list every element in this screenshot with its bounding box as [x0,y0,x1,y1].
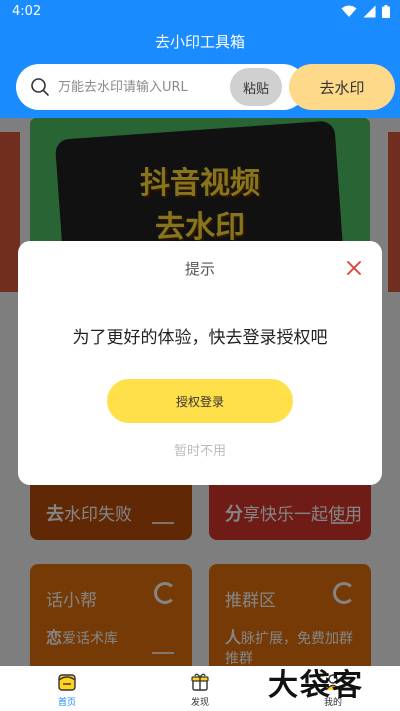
search-box: 粘贴 [16,64,306,110]
dialog-title: 提示 [184,260,215,278]
app-title: 去小印工具箱 [154,33,245,51]
search-icon [31,78,49,96]
status-icons [341,5,390,18]
dialog-message: 为了更好的体验，快去登录授权吧 [72,328,328,348]
gift-icon [191,673,209,691]
authorize-login-button[interactable]: 授权登录 [107,379,293,423]
status-bar: 4:02 [0,0,400,24]
signal-icon [363,5,376,18]
search-input[interactable] [58,76,238,98]
paste-button[interactable]: 粘贴 [230,68,282,106]
app-header: 4:02 去小印工具箱 粘贴 去水印 [0,0,400,118]
nav-item-home[interactable]: 首页 [27,666,107,711]
nav-item-discover[interactable]: 发现 [160,666,240,711]
nav-label-home: 首页 [57,698,76,708]
battery-icon [382,5,390,18]
close-icon [347,261,361,275]
site-watermark: 大袋客 [268,668,364,703]
status-time: 4:02 [12,4,42,19]
remove-watermark-button[interactable]: 去水印 [289,64,395,110]
nav-label-discover: 发现 [190,698,209,708]
close-button[interactable] [344,258,364,278]
wifi-icon [341,5,357,17]
not-now-link[interactable]: 暂时不用 [18,440,382,459]
search-row: 粘贴 去水印 [16,64,396,110]
home-icon [58,674,76,691]
login-prompt-dialog: 提示 为了更好的体验，快去登录授权吧 授权登录 暂时不用 [18,241,382,485]
